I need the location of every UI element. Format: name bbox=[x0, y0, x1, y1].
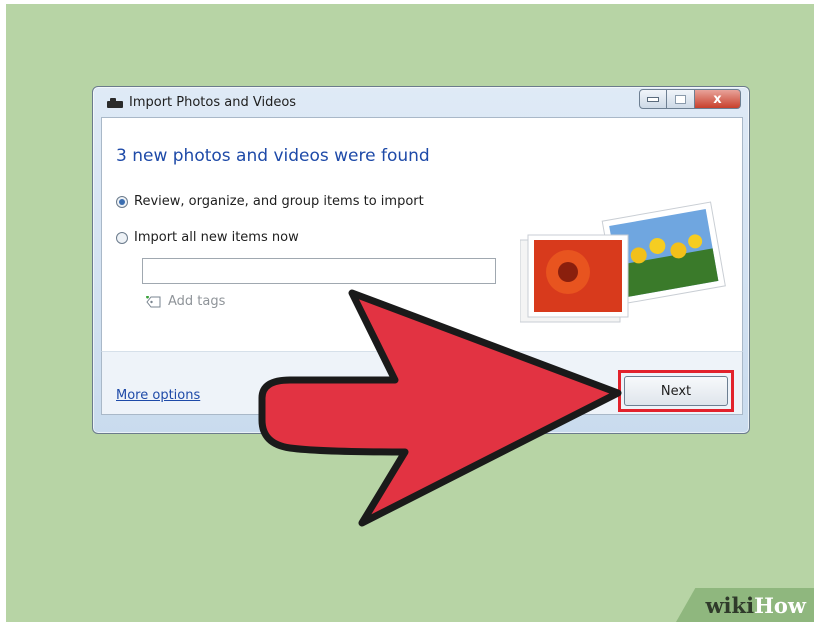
wikihow-watermark: wiki How bbox=[676, 588, 814, 622]
watermark-wiki: wiki bbox=[705, 592, 755, 618]
pointer-arrow bbox=[258, 289, 622, 527]
watermark-how: How bbox=[754, 592, 806, 618]
red-arrow-shape bbox=[258, 289, 622, 527]
